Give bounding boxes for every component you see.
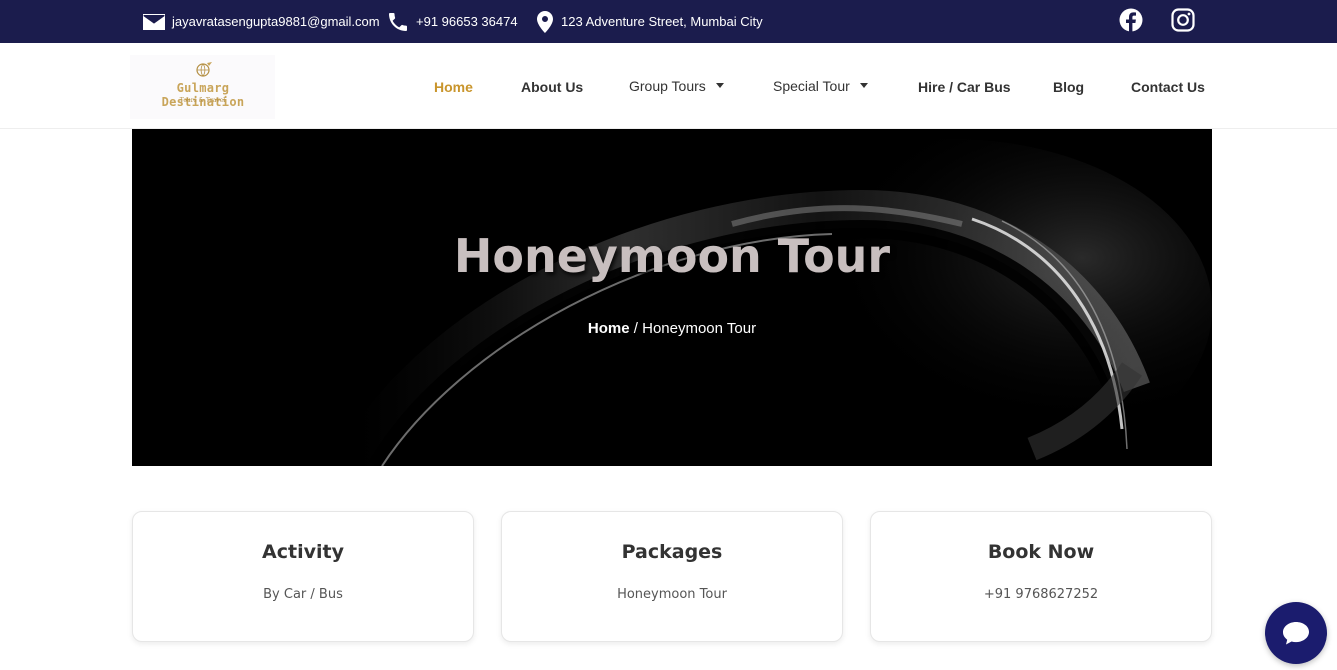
nav-special-tour[interactable]: Special Tour: [773, 78, 868, 94]
site-header: Gulmarg Destination Tours & Travel Home …: [0, 43, 1337, 129]
logo-brand-text: Gulmarg Destination: [161, 81, 245, 109]
chat-bubble-icon: [1283, 622, 1309, 645]
address-contact[interactable]: 123 Adventure Street, Mumbai City: [535, 0, 763, 43]
breadcrumb-home-link[interactable]: Home: [588, 320, 630, 337]
facebook-icon: [1119, 8, 1143, 32]
breadcrumb: Home / Honeymoon Tour: [132, 320, 1212, 337]
page-title: Honeymoon Tour: [453, 229, 891, 283]
nav-about-us[interactable]: About Us: [521, 79, 583, 95]
chevron-down-icon: [715, 82, 724, 88]
email-contact[interactable]: jayavratasengupta9881@gmail.com: [142, 0, 380, 43]
site-logo[interactable]: Gulmarg Destination Tours & Travel: [130, 55, 275, 119]
packages-card: Packages Honeymoon Tour: [501, 511, 843, 642]
email-text: jayavratasengupta9881@gmail.com: [172, 14, 380, 29]
activity-card-title: Activity: [262, 541, 344, 563]
breadcrumb-separator: /: [633, 320, 638, 337]
chevron-down-icon: [859, 82, 868, 88]
nav-blog[interactable]: Blog: [1053, 79, 1084, 95]
breadcrumb-current: Honeymoon Tour: [642, 320, 757, 337]
chat-button[interactable]: [1265, 602, 1327, 664]
nav-home[interactable]: Home: [434, 79, 473, 95]
phone-icon: [389, 12, 407, 31]
instagram-icon: [1171, 8, 1195, 32]
phone-contact[interactable]: +91 96653 36474: [386, 0, 518, 43]
globe-emblem-icon: [196, 62, 212, 77]
hero-banner: Honeymoon Tour Home / Honeymoon Tour: [132, 129, 1212, 466]
book-now-card-title: Book Now: [987, 541, 1095, 563]
phone-text: +91 96653 36474: [416, 14, 518, 29]
nav-hire-car-bus[interactable]: Hire / Car Bus: [918, 79, 1011, 95]
address-text: 123 Adventure Street, Mumbai City: [561, 14, 763, 29]
activity-card-subtitle: By Car / Bus: [263, 587, 343, 602]
instagram-link[interactable]: [1170, 7, 1196, 33]
hero-background-image: [132, 129, 1212, 466]
nav-group-tours[interactable]: Group Tours: [629, 78, 724, 94]
nav-special-tour-label: Special Tour: [773, 78, 850, 94]
envelope-icon: [143, 13, 165, 30]
map-pin-icon: [537, 10, 553, 33]
book-now-card: Book Now +91 9768627252: [870, 511, 1212, 642]
nav-group-tours-label: Group Tours: [629, 78, 706, 94]
logo-tagline: Tours & Travel: [179, 97, 226, 104]
packages-card-title: Packages: [621, 541, 723, 563]
book-now-card-phone[interactable]: +91 9768627252: [871, 587, 1211, 602]
top-contact-bar: jayavratasengupta9881@gmail.com +91 9665…: [0, 0, 1337, 43]
facebook-link[interactable]: [1118, 7, 1144, 33]
nav-contact-us[interactable]: Contact Us: [1131, 79, 1205, 95]
activity-card: Activity By Car / Bus: [132, 511, 474, 642]
packages-card-subtitle: Honeymoon Tour: [617, 587, 727, 602]
